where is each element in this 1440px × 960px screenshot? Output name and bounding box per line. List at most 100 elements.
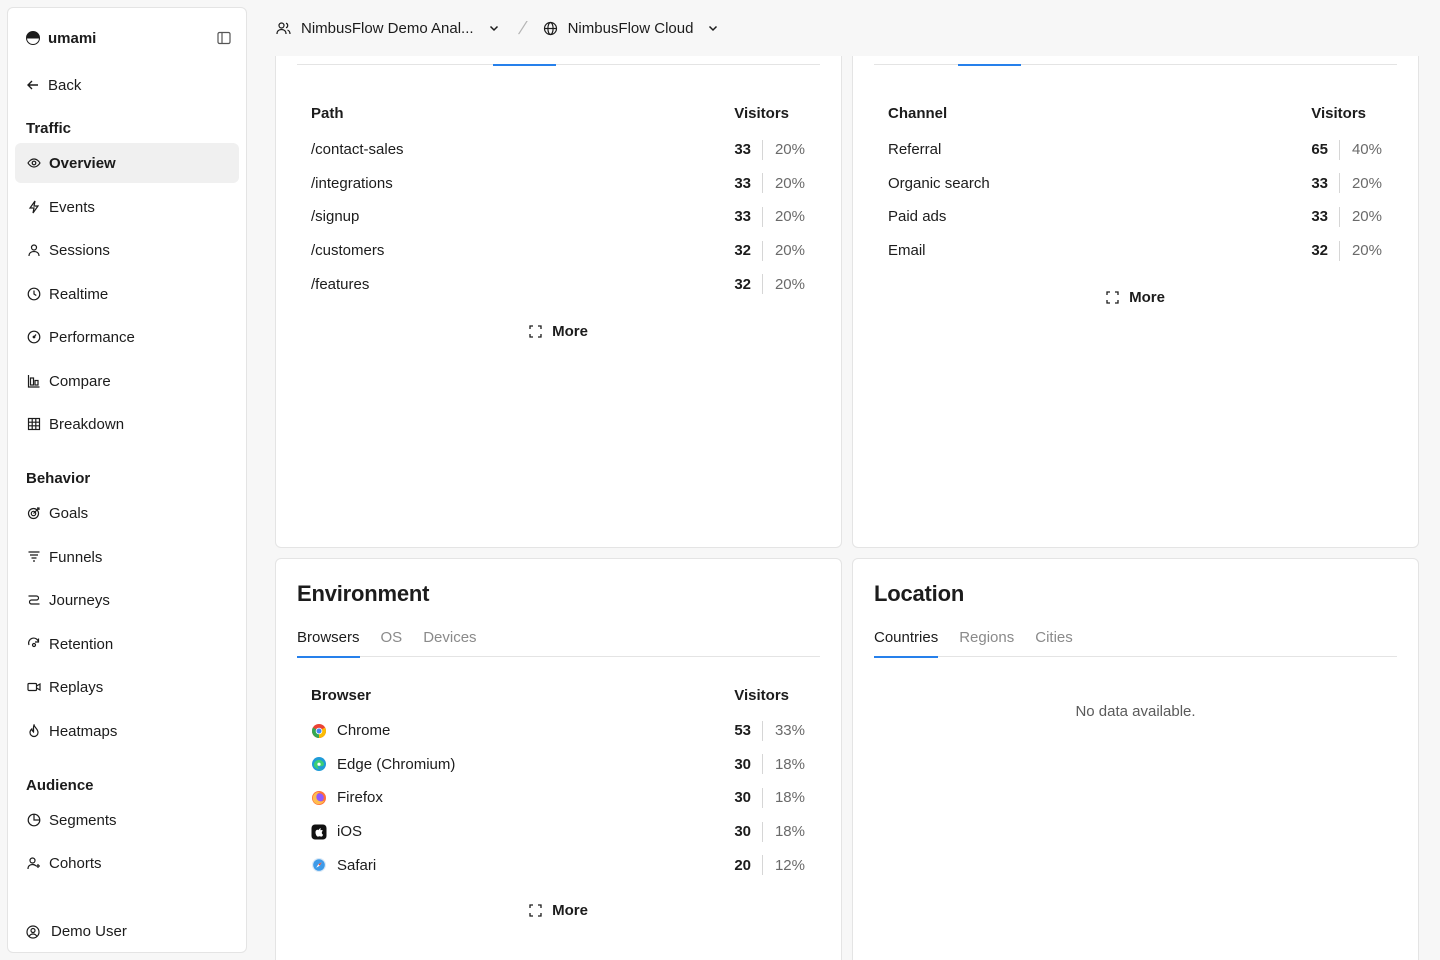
table-row[interactable]: Email 32 20% — [888, 234, 1382, 268]
sidebar-item-label: Cohorts — [49, 854, 102, 872]
compare-icon — [27, 374, 41, 388]
safari-icon — [311, 857, 327, 873]
row-value: 30 — [734, 755, 751, 773]
row-percent: 18% — [774, 755, 805, 773]
sidebar-toggle-icon[interactable] — [216, 30, 232, 46]
chevron-down-icon — [709, 25, 718, 32]
column-label: Channel — [888, 105, 948, 122]
sidebar-item-label: Heatmaps — [49, 722, 118, 740]
more-button[interactable]: More — [853, 289, 1418, 306]
eye-icon — [27, 156, 41, 170]
row-percent: 20% — [774, 141, 805, 159]
table-row[interactable]: /integrations 33 20% — [311, 167, 805, 201]
expand-icon — [529, 325, 542, 338]
row-value: 30 — [734, 789, 751, 807]
sidebar-item-overview[interactable]: Overview — [15, 143, 239, 183]
sidebar-item-performance[interactable]: Performance — [15, 317, 239, 357]
table-row[interactable]: Firefox 30 18% — [311, 781, 805, 815]
row-label: /customers — [311, 242, 385, 260]
user-menu[interactable]: Demo User — [26, 923, 127, 940]
row-label: Referral — [888, 141, 942, 159]
website-selector[interactable]: NimbusFlow Cloud — [543, 20, 720, 37]
table-row[interactable]: /signup 33 20% — [311, 200, 805, 234]
table-row[interactable]: Chrome 53 33% — [311, 714, 805, 748]
sidebar-item-funnels[interactable]: Funnels — [15, 537, 239, 577]
chrome-icon — [311, 723, 327, 739]
user-icon — [27, 243, 41, 257]
environment-tabs: Browsers OS Devices — [297, 629, 820, 658]
tab-countries[interactable]: Countries — [874, 629, 939, 658]
sources-rows: Referral 65 40% Organic search 33 20% Paid a… — [888, 133, 1382, 267]
row-value: 32 — [734, 242, 751, 260]
umami-logo-icon — [26, 31, 40, 45]
row-percent: 20% — [774, 208, 805, 226]
card-title: Environment — [297, 581, 430, 606]
row-value: 33 — [734, 141, 751, 159]
row-value: 30 — [734, 823, 751, 841]
sidebar-item-label: Goals — [49, 504, 89, 522]
sidebar-item-goals[interactable]: Goals — [15, 493, 239, 533]
sidebar-item-label: Events — [49, 198, 95, 216]
table-row[interactable]: Paid ads 33 20% — [888, 200, 1382, 234]
row-label: /features — [311, 275, 370, 293]
tab-devices[interactable]: Devices — [423, 629, 476, 657]
browser-rows: Chrome 53 33% Edge (Chromium) 30 18% Firef… — [311, 714, 805, 882]
table-row[interactable]: Referral 65 40% — [888, 133, 1382, 167]
arrow-left-icon — [27, 80, 38, 90]
clock-icon — [27, 287, 41, 301]
sidebar-item-cohorts[interactable]: Cohorts — [15, 843, 239, 883]
target-icon — [27, 506, 41, 520]
sidebar-item-label: Performance — [49, 328, 135, 346]
tab-browsers[interactable]: Browsers — [297, 629, 360, 658]
ios-icon — [311, 824, 327, 840]
sidebar-item-sessions[interactable]: Sessions — [15, 230, 239, 270]
row-percent: 20% — [1351, 174, 1382, 192]
more-button[interactable]: More — [276, 323, 841, 340]
row-label-wrap: Edge (Chromium) — [311, 756, 722, 773]
section-title-traffic: Traffic — [26, 120, 72, 137]
top-bar: NimbusFlow Demo Anal... / NimbusFlow Clo… — [260, 0, 1440, 56]
row-value: 33 — [734, 174, 751, 192]
more-label: More — [552, 323, 588, 340]
expand-icon — [1106, 291, 1119, 304]
row-value: 53 — [734, 722, 751, 740]
row-percent: 33% — [774, 722, 805, 740]
sidebar-item-breakdown[interactable]: Breakdown — [15, 404, 239, 444]
more-button[interactable]: More — [276, 902, 841, 919]
back-button[interactable]: Back — [24, 74, 81, 96]
sidebar-item-journeys[interactable]: Journeys — [15, 580, 239, 620]
grid-icon — [27, 417, 41, 431]
row-percent: 12% — [774, 856, 805, 874]
tab-os[interactable]: OS — [381, 629, 403, 657]
tab-cities[interactable]: Cities — [1035, 629, 1073, 657]
table-row[interactable]: /contact-sales 33 20% — [311, 133, 805, 167]
sidebar-item-realtime[interactable]: Realtime — [15, 274, 239, 314]
pie-icon — [27, 813, 41, 827]
row-label: iOS — [337, 823, 363, 841]
table-row[interactable]: Organic search 33 20% — [888, 167, 1382, 201]
row-percent: 18% — [774, 789, 805, 807]
globe-icon — [543, 21, 557, 35]
row-label-wrap: iOS — [311, 823, 722, 840]
row-value: 33 — [734, 208, 751, 226]
empty-state: No data available. — [1075, 703, 1196, 720]
table-row[interactable]: Edge (Chromium) 30 18% — [311, 748, 805, 782]
table-row[interactable]: /features 32 20% — [311, 267, 805, 301]
team-selector[interactable]: NimbusFlow Demo Anal... — [276, 20, 500, 37]
table-row[interactable]: /customers 32 20% — [311, 234, 805, 268]
sidebar-item-events[interactable]: Events — [15, 187, 239, 227]
sources-card: Referrers Channels Channel Visitors Refe… — [852, 0, 1419, 548]
table-row[interactable]: Safari 20 12% — [311, 848, 805, 882]
tab-regions[interactable]: Regions — [959, 629, 1014, 657]
sidebar-item-heatmaps[interactable]: Heatmaps — [15, 711, 239, 751]
table-row[interactable]: iOS 30 18% — [311, 815, 805, 849]
table-header: Browser Visitors — [311, 687, 789, 704]
sidebar-item-label: Segments — [49, 811, 117, 829]
sidebar-item-compare[interactable]: Compare — [15, 361, 239, 401]
table-header: Path Visitors — [311, 105, 789, 122]
sidebar-item-segments[interactable]: Segments — [15, 800, 239, 840]
row-label: Edge (Chromium) — [337, 755, 456, 773]
sidebar-item-retention[interactable]: Retention — [15, 624, 239, 664]
location-tabs: Countries Regions Cities — [874, 629, 1397, 658]
sidebar-item-replays[interactable]: Replays — [15, 667, 239, 707]
